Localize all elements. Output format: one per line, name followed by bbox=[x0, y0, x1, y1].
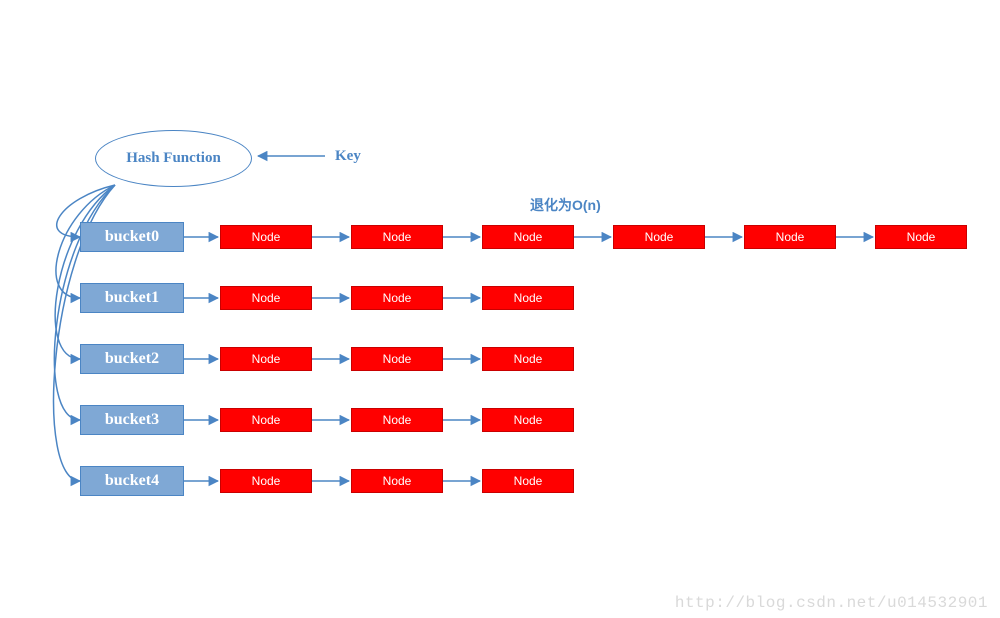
node-label: Node bbox=[514, 352, 543, 366]
hash-function-ellipse: Hash Function bbox=[95, 130, 252, 187]
node-label: Node bbox=[383, 291, 412, 305]
node-label: Node bbox=[514, 474, 543, 488]
node-label: Node bbox=[252, 230, 281, 244]
node-label: Node bbox=[252, 413, 281, 427]
bucket-label: bucket4 bbox=[105, 472, 159, 490]
node-label: Node bbox=[383, 352, 412, 366]
node: Node bbox=[220, 408, 312, 432]
node-label: Node bbox=[514, 230, 543, 244]
node: Node bbox=[220, 347, 312, 371]
node-label: Node bbox=[383, 230, 412, 244]
node: Node bbox=[482, 347, 574, 371]
degradation-annotation: 退化为O(n) bbox=[530, 195, 601, 215]
node: Node bbox=[482, 286, 574, 310]
bucket-label: bucket1 bbox=[105, 289, 159, 307]
node: Node bbox=[220, 469, 312, 493]
node-label: Node bbox=[776, 230, 805, 244]
bucket-0: bucket0 bbox=[80, 222, 184, 252]
bucket-2: bucket2 bbox=[80, 344, 184, 374]
node: Node bbox=[482, 225, 574, 249]
node-label: Node bbox=[252, 291, 281, 305]
node: Node bbox=[482, 408, 574, 432]
node: Node bbox=[351, 469, 443, 493]
hash-function-label: Hash Function bbox=[126, 150, 221, 167]
node-label: Node bbox=[383, 474, 412, 488]
node: Node bbox=[351, 286, 443, 310]
node: Node bbox=[482, 469, 574, 493]
node: Node bbox=[220, 286, 312, 310]
node: Node bbox=[351, 225, 443, 249]
node: Node bbox=[613, 225, 705, 249]
key-label: Key bbox=[335, 148, 361, 165]
node: Node bbox=[220, 225, 312, 249]
node-label: Node bbox=[252, 352, 281, 366]
node: Node bbox=[875, 225, 967, 249]
node-label: Node bbox=[252, 474, 281, 488]
bucket-1: bucket1 bbox=[80, 283, 184, 313]
node-label: Node bbox=[514, 413, 543, 427]
watermark: http://blog.csdn.net/u014532901 bbox=[675, 594, 988, 612]
node: Node bbox=[351, 347, 443, 371]
node-label: Node bbox=[645, 230, 674, 244]
node: Node bbox=[351, 408, 443, 432]
bucket-4: bucket4 bbox=[80, 466, 184, 496]
node-label: Node bbox=[514, 291, 543, 305]
bucket-3: bucket3 bbox=[80, 405, 184, 435]
node-label: Node bbox=[907, 230, 936, 244]
node-label: Node bbox=[383, 413, 412, 427]
node: Node bbox=[744, 225, 836, 249]
bucket-label: bucket0 bbox=[105, 228, 159, 246]
bucket-label: bucket2 bbox=[105, 350, 159, 368]
bucket-label: bucket3 bbox=[105, 411, 159, 429]
